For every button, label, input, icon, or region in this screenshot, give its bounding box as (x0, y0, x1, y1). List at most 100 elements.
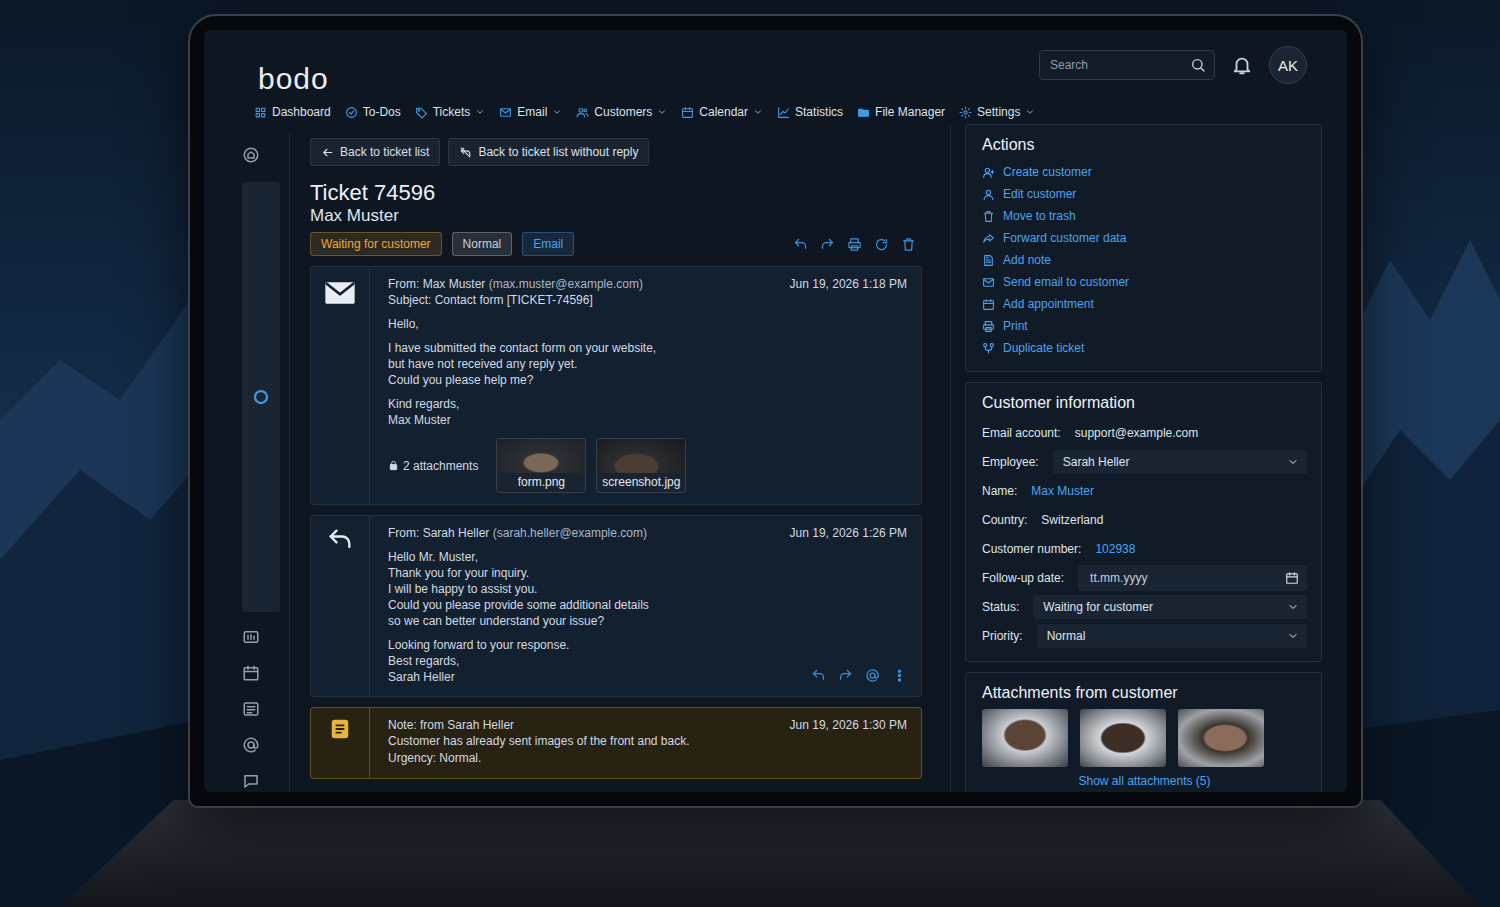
nav-item[interactable]: Dashboard (254, 102, 331, 122)
nav-item[interactable]: File Manager (857, 102, 945, 122)
sidebar-item[interactable] (242, 736, 262, 756)
no-reply-icon (459, 146, 472, 159)
sidebar-item[interactable] (242, 772, 262, 792)
ring-icon (252, 388, 270, 406)
message-line: I will be happy to assist you. (388, 581, 907, 597)
field-select[interactable]: Normal (1037, 624, 1307, 648)
header-tools: AK (1039, 46, 1307, 84)
nav-item[interactable]: Statistics (777, 102, 843, 122)
nav-label: To-Dos (363, 105, 401, 119)
attachment-photo[interactable] (1080, 709, 1166, 767)
ticket-badge: Waiting for customer (310, 232, 442, 256)
chevron-down-icon (1287, 630, 1299, 642)
refresh-icon (874, 237, 889, 252)
customer-info-panel: Customer informationEmail account:suppor… (965, 382, 1322, 662)
forward-icon (820, 237, 835, 252)
show-all-link[interactable]: Show all attachments (5) (982, 773, 1307, 789)
action-link[interactable]: Create customer (982, 161, 1307, 183)
note-title: Note: from Sarah Heller (388, 717, 514, 733)
action-link[interactable]: Duplicate ticket (982, 337, 1307, 359)
field-link[interactable]: Max Muster (1031, 484, 1094, 498)
field-label: Priority: (982, 629, 1023, 643)
nav-item[interactable]: Email (499, 102, 562, 122)
date-input[interactable] (1088, 570, 1285, 586)
back-button[interactable]: Back to ticket list (310, 138, 440, 166)
attachment-name: screenshot.jpg (597, 473, 685, 492)
user-icon (982, 188, 995, 201)
nav-item[interactable]: Settings (959, 102, 1035, 122)
search-icon (1190, 57, 1206, 73)
back-button[interactable]: Back to ticket list without reply (448, 138, 649, 166)
user-avatar[interactable]: AK (1269, 46, 1307, 84)
nav-item[interactable]: To-Dos (345, 102, 401, 122)
message-line: Could you please help me? (388, 372, 907, 388)
action-link[interactable]: Send email to customer (982, 271, 1307, 293)
card-icon (242, 628, 260, 646)
at-button[interactable] (865, 668, 880, 683)
nav-item[interactable]: Tickets (415, 102, 486, 122)
action-link[interactable]: Forward customer data (982, 227, 1307, 249)
attachment-photo[interactable] (982, 709, 1068, 767)
info-row: Email account:support@example.com (982, 419, 1307, 446)
ticket-badges: Waiting for customerNormalEmail (310, 232, 574, 256)
search-input[interactable] (1048, 57, 1190, 73)
sender-address: (max.muster@example.com) (489, 277, 643, 291)
chevron-down-icon (1287, 456, 1299, 468)
message-line: Kind regards, (388, 396, 907, 412)
nav-item[interactable]: Calendar (681, 102, 763, 122)
field-label: Employee: (982, 455, 1039, 469)
action-link[interactable]: Move to trash (982, 205, 1307, 227)
field-value: support@example.com (1075, 426, 1199, 440)
sidebar-item[interactable] (242, 664, 262, 684)
search-box[interactable] (1039, 50, 1215, 80)
attachments-label: 2 attachments (388, 459, 478, 473)
chevron-down-icon (1287, 601, 1299, 613)
forward-button[interactable] (838, 668, 853, 683)
attachment-photo[interactable] (1178, 709, 1264, 767)
forward-button[interactable] (820, 237, 835, 252)
content-area: Back to ticket list Back to ticket list w… (204, 122, 1347, 792)
action-link[interactable]: Add appointment (982, 293, 1307, 315)
message-from: From: Max Muster (max.muster@example.com… (388, 276, 643, 292)
nav-label: Settings (977, 105, 1020, 119)
action-link[interactable]: Print (982, 315, 1307, 337)
date-field[interactable] (1078, 565, 1307, 591)
reply-button[interactable] (793, 237, 808, 252)
field-link[interactable]: 102938 (1095, 542, 1135, 556)
field-select[interactable]: Waiting for customer (1033, 595, 1307, 619)
action-link[interactable]: Add note (982, 249, 1307, 271)
field-select[interactable]: Sarah Heller (1053, 450, 1307, 474)
mail-icon (499, 106, 512, 119)
sidebar-item[interactable] (242, 146, 262, 166)
sidebar-item[interactable] (242, 628, 262, 648)
chat-icon (242, 772, 260, 790)
notifications-button[interactable] (1231, 54, 1253, 76)
print-button[interactable] (847, 237, 862, 252)
trash-button[interactable] (901, 237, 916, 252)
nav-label: Calendar (699, 105, 748, 119)
folder-icon (857, 106, 870, 119)
tags-icon (415, 106, 428, 119)
chevron-down-icon (475, 107, 485, 117)
reply-button[interactable] (811, 668, 826, 683)
select-value: Sarah Heller (1063, 455, 1130, 469)
logo[interactable]: bodo (254, 60, 333, 98)
dots-button[interactable] (892, 668, 907, 683)
message-line: I have submitted the contact form on you… (388, 340, 907, 356)
more-dots-icon (892, 668, 907, 683)
refresh-button[interactable] (874, 237, 889, 252)
action-link[interactable]: Edit customer (982, 183, 1307, 205)
sidebar-item[interactable] (242, 700, 262, 720)
attachment-thumbnail[interactable]: screenshot.jpg (596, 438, 686, 493)
nav-item[interactable]: Customers (576, 102, 667, 122)
button-label: Back to ticket list without reply (478, 145, 638, 159)
user-plus-icon (982, 166, 995, 179)
attachment-thumbnail[interactable]: form.png (496, 438, 586, 493)
note-message: Note: from Sarah HellerJun 19, 2026 1:30… (310, 707, 922, 779)
calendar-icon (242, 664, 260, 682)
button-label: Back to ticket list (340, 145, 429, 159)
note-icon (982, 254, 995, 267)
info-row: Status:Waiting for customer (982, 593, 1307, 620)
sidebar-item[interactable] (242, 182, 280, 612)
laptop-base (60, 800, 1480, 907)
